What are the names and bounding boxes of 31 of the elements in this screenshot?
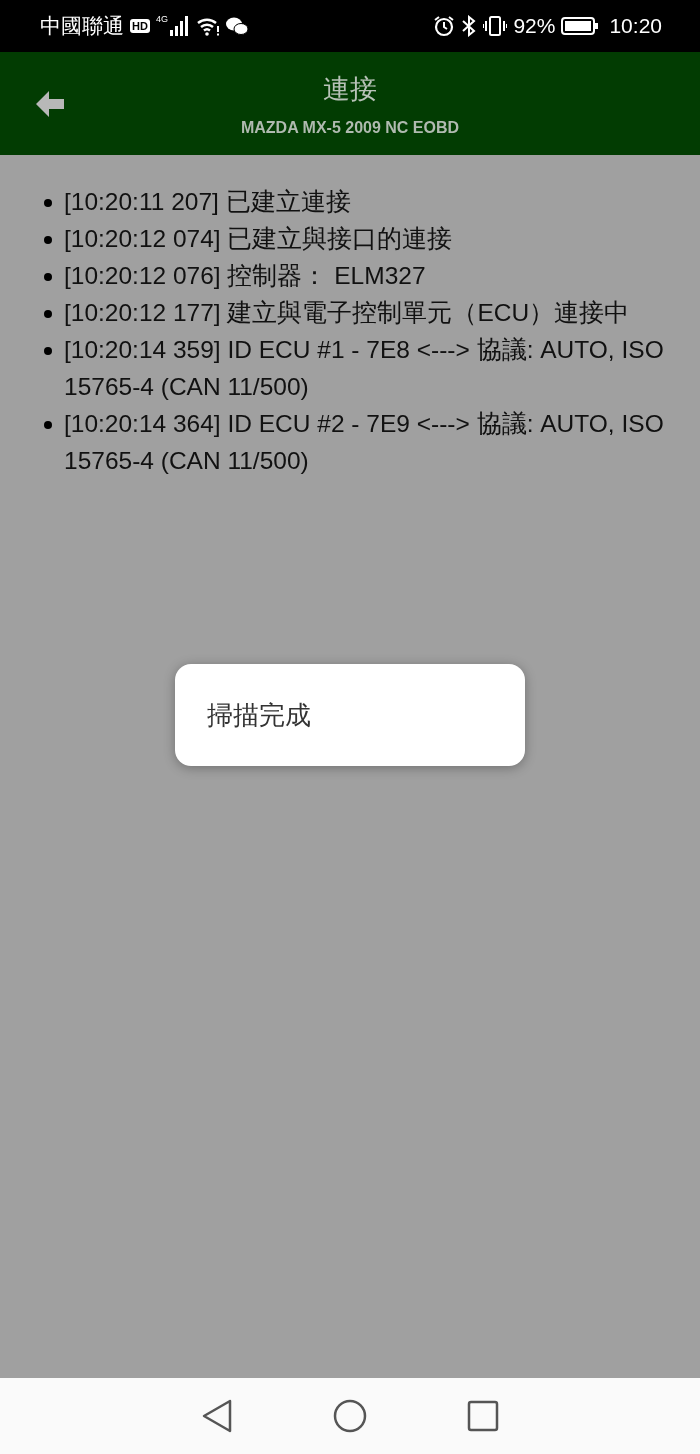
chat-icon bbox=[225, 16, 248, 36]
bullet-icon bbox=[44, 236, 52, 244]
vibrate-icon bbox=[483, 15, 508, 37]
back-icon[interactable] bbox=[201, 1399, 233, 1433]
signal-icon bbox=[169, 16, 190, 36]
bullet-icon bbox=[44, 347, 52, 355]
carrier-name: 中國聯通 bbox=[40, 13, 124, 39]
bluetooth-icon bbox=[461, 15, 478, 37]
bullet-icon bbox=[44, 310, 52, 318]
clock: 10:20 bbox=[609, 14, 662, 38]
log-entry: [10:20:12 074] 已建立與接口的連接 bbox=[64, 224, 453, 254]
log-entry: [10:20:11 207] 已建立連接 bbox=[64, 187, 351, 217]
battery-icon bbox=[561, 16, 600, 36]
bullet-icon bbox=[44, 199, 52, 207]
home-icon[interactable] bbox=[333, 1399, 367, 1433]
back-arrow-icon[interactable] bbox=[36, 90, 66, 118]
recents-icon[interactable] bbox=[467, 1400, 499, 1432]
wifi-icon bbox=[195, 16, 220, 36]
log-entry: [10:20:12 177] 建立與電子控制單元（ECU）連接中 bbox=[64, 298, 630, 328]
page-title: 連接 bbox=[323, 72, 377, 106]
log-entry: [10:20:14 364] ID ECU #2 - 7E9 <---> 協議: AUTO, ISO 15765-4 (CAN 11/500) bbox=[64, 409, 665, 476]
bullet-icon bbox=[44, 273, 52, 281]
alarm-icon bbox=[433, 15, 456, 37]
network-type: 4G bbox=[155, 14, 168, 24]
page-subtitle: MAZDA MX-5 2009 NC EOBD bbox=[240, 118, 460, 137]
toast-message: 掃描完成 bbox=[175, 664, 525, 766]
log-entry: [10:20:14 359] ID ECU #1 - 7E8 <---> 協議: AUTO, ISO 15765-4 (CAN 11/500) bbox=[64, 335, 665, 402]
battery-percent: 92% bbox=[513, 14, 556, 38]
bullet-icon bbox=[44, 421, 52, 429]
hd-badge: HD bbox=[130, 19, 150, 33]
log-entry: [10:20:12 076] 控制器： ELM327 bbox=[64, 261, 426, 291]
